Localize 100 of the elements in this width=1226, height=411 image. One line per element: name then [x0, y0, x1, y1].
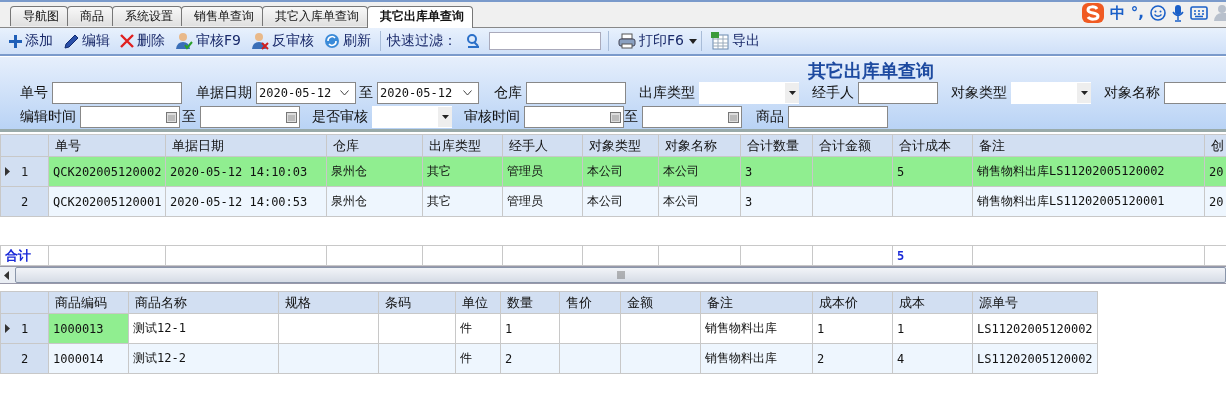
column-header[interactable]: 合计数量 — [740, 134, 813, 157]
table-cell: 泉州仓 — [331, 194, 367, 208]
row-pointer-icon — [5, 324, 10, 333]
column-header[interactable]: 仓库 — [326, 134, 423, 157]
date-field[interactable]: 2020-05-12 — [256, 82, 356, 104]
text-field[interactable] — [526, 82, 626, 104]
table-cell: 1000013 — [53, 321, 104, 336]
tab[interactable]: 其它出库单查询 — [367, 6, 473, 28]
table-cell: 销售物料出库LS11202005120002 — [977, 164, 1165, 178]
column-header[interactable]: 成本价 — [812, 291, 893, 314]
table-cell: 1 — [817, 321, 825, 336]
table-cell: 3 — [745, 194, 753, 209]
print-button[interactable]: 打印F6 — [612, 29, 689, 53]
table-cell: QCK202005120001 — [53, 194, 162, 209]
toolbar-button[interactable]: 编辑 — [58, 29, 115, 53]
spreadsheet-icon — [710, 32, 729, 50]
microphone-icon[interactable] — [1172, 4, 1184, 22]
column-header[interactable]: 数量 — [500, 291, 560, 314]
sogou-logo-icon[interactable] — [1081, 3, 1104, 23]
dropdown-field[interactable] — [372, 106, 452, 128]
tab[interactable]: 系统设置 — [112, 6, 182, 26]
table-cell: 2 — [505, 351, 513, 366]
row-header[interactable]: 1 — [0, 313, 49, 344]
column-header[interactable]: 对象名称 — [658, 134, 741, 157]
chevron-down-icon — [463, 90, 472, 96]
table-cell: 1000014 — [53, 351, 104, 366]
column-header[interactable]: 源单号 — [972, 291, 1098, 314]
column-header[interactable]: 合计金额 — [812, 134, 893, 157]
tab[interactable]: 商品 — [67, 6, 113, 26]
column-header[interactable]: 单号 — [48, 134, 166, 157]
column-header[interactable]: 单位 — [455, 291, 501, 314]
table-cell: 2020-05-12 14:00:53 — [170, 194, 308, 209]
text-field[interactable] — [788, 106, 888, 128]
search-icon[interactable] — [464, 33, 481, 49]
table-cell: 件 — [460, 321, 472, 335]
column-header[interactable]: 成本 — [892, 291, 973, 314]
column-header[interactable]: 备注 — [700, 291, 813, 314]
calendar-icon — [610, 111, 621, 123]
column-header[interactable]: 对象类型 — [582, 134, 659, 157]
scroll-left-icon[interactable] — [4, 270, 9, 280]
table-cell: 1 — [505, 321, 513, 336]
printer-icon — [617, 33, 636, 49]
toolbar-button[interactable]: 审核F9 — [170, 29, 246, 53]
smiley-icon[interactable] — [1150, 5, 1166, 21]
column-header[interactable]: 合计成本 — [892, 134, 973, 157]
text-field[interactable] — [858, 82, 938, 104]
dropdown-field[interactable] — [699, 82, 799, 104]
text-field[interactable] — [1164, 82, 1226, 104]
date-field[interactable] — [80, 106, 180, 128]
toolbar-button[interactable]: 反审核 — [245, 29, 319, 53]
field-label: 单据日期 — [196, 84, 252, 102]
column-header[interactable]: 创 — [1204, 134, 1226, 157]
caret-icon[interactable] — [688, 38, 697, 44]
row-header[interactable]: 2 — [0, 343, 49, 374]
column-header[interactable]: 规格 — [278, 291, 379, 314]
punctuation-mode[interactable]: °, — [1130, 4, 1144, 22]
input-mode[interactable]: 中 — [1109, 3, 1125, 23]
field-label: 至 — [182, 108, 196, 126]
column-header[interactable]: 条码 — [378, 291, 456, 314]
table-cell: 1 — [897, 321, 905, 336]
date-field[interactable] — [524, 106, 624, 128]
column-header[interactable]: 售价 — [559, 291, 621, 314]
quick-filter-field[interactable] — [488, 32, 601, 50]
field-label: 对象名称 — [1104, 84, 1160, 102]
field-label: 编辑时间 — [20, 108, 76, 126]
table-cell: 其它 — [427, 164, 451, 178]
tab[interactable]: 其它入库单查询 — [262, 6, 368, 26]
horizontal-scrollbar[interactable] — [0, 266, 1226, 284]
date-field[interactable]: 2020-05-12 — [377, 82, 479, 104]
export-button[interactable]: 导出 — [705, 29, 765, 53]
table-cell: 4 — [897, 351, 905, 366]
table-cell: 销售物料出库 — [705, 351, 777, 365]
column-header[interactable]: 经手人 — [502, 134, 583, 157]
keyboard-icon[interactable] — [1190, 6, 1208, 20]
toolbar-button[interactable]: 添加 — [4, 29, 58, 53]
tab[interactable]: 销售单查询 — [181, 6, 263, 26]
column-header[interactable]: 出库类型 — [422, 134, 503, 157]
toolbar-button[interactable]: 刷新 — [318, 29, 376, 53]
column-header[interactable]: 商品编码 — [48, 291, 129, 314]
field-label: 至 — [359, 84, 373, 102]
totals-label: 合计 — [5, 247, 31, 263]
table-cell: 管理员 — [507, 164, 543, 178]
column-header[interactable]: 金额 — [620, 291, 701, 314]
table-cell: 管理员 — [507, 194, 543, 208]
row-header[interactable]: 2 — [0, 186, 49, 217]
toolbar-button[interactable]: 删除 — [115, 29, 170, 53]
caret-icon — [441, 115, 449, 119]
table-cell: 销售物料出库LS11202005120001 — [977, 194, 1165, 208]
column-header[interactable]: 单据日期 — [165, 134, 327, 157]
date-field[interactable] — [200, 106, 300, 128]
table-cell: 20 — [1209, 164, 1224, 179]
text-field[interactable] — [52, 82, 182, 104]
column-header[interactable]: 商品名称 — [128, 291, 279, 314]
row-header[interactable]: 1 — [0, 156, 49, 187]
tab[interactable]: 导航图 — [10, 6, 68, 26]
date-field[interactable] — [642, 106, 742, 128]
column-header[interactable]: 备注 — [972, 134, 1205, 157]
table-cell: 2 — [817, 351, 825, 366]
table-cell: 测试12-2 — [133, 351, 186, 365]
dropdown-field[interactable] — [1011, 82, 1091, 104]
